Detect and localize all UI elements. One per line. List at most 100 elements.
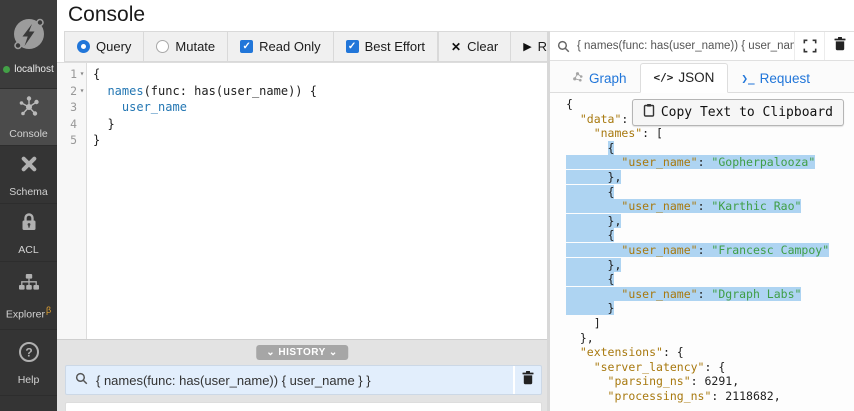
- copy-button-label: Copy Text to Clipboard: [661, 105, 833, 120]
- results-tabbar: Graph </> JSON ❯_ Request: [550, 61, 854, 93]
- sidebar-filler: [0, 395, 57, 411]
- editor-line-code[interactable]: user_name: [87, 100, 187, 114]
- json-line: },: [566, 170, 854, 185]
- lock-icon: [17, 210, 41, 239]
- clear-results-button[interactable]: [824, 32, 854, 60]
- delete-history-item-button[interactable]: [515, 366, 541, 394]
- tab-graph[interactable]: Graph: [558, 64, 640, 93]
- terminal-icon: ❯_: [741, 72, 754, 85]
- tab-request-label: Request: [760, 71, 810, 86]
- json-line: "server_latency": {: [566, 360, 854, 375]
- editor-line[interactable]: 1▾{: [57, 66, 547, 83]
- results-panel: { names(func: has(user_name)) { user_nam…: [547, 31, 854, 411]
- editor-line-code[interactable]: }: [87, 117, 115, 131]
- query-radio-button[interactable]: Query: [65, 32, 144, 61]
- mutate-radio-label: Mutate: [175, 39, 215, 54]
- sidebar-item-label: Console: [9, 128, 48, 140]
- graph-icon: [571, 70, 584, 86]
- sidebar-item-acl[interactable]: ACL: [0, 203, 57, 261]
- server-label: localhost: [14, 64, 53, 75]
- toolbar-group: Query Mutate ✓ Read Only ✓ Best Effort ✕…: [64, 31, 575, 62]
- query-radio-label: Query: [96, 39, 131, 54]
- play-icon: ▶: [523, 40, 531, 53]
- json-line: "user_name": "Gopherpalooza": [566, 155, 854, 170]
- sidebar-item-label: Explorerβ: [6, 305, 51, 321]
- search-icon: [550, 32, 577, 60]
- read-only-checkbox[interactable]: ✓ Read Only: [228, 32, 333, 61]
- history-item[interactable]: { names(func: has(user_name)) { user_nam…: [65, 365, 542, 395]
- code-icon: </>: [654, 71, 674, 84]
- json-line: {: [566, 185, 854, 200]
- trash-icon: [521, 370, 535, 390]
- history-section: ⌄ HISTORY ⌄ { names(func: has(user_name)…: [57, 339, 547, 411]
- json-line: "names": [: [566, 126, 854, 141]
- editor-line-code[interactable]: }: [87, 133, 100, 147]
- editor-line[interactable]: 5}: [57, 132, 547, 149]
- json-line: {: [566, 141, 854, 156]
- copy-to-clipboard-button[interactable]: Copy Text to Clipboard: [632, 99, 844, 126]
- result-query-bar[interactable]: { names(func: has(user_name)) { user_nam…: [550, 31, 854, 61]
- clear-button-label: Clear: [467, 39, 498, 54]
- crossed-pencils-icon: [17, 152, 41, 181]
- history-item-query[interactable]: { names(func: has(user_name)) { user_nam…: [66, 366, 513, 394]
- sidebar-item-schema[interactable]: Schema: [0, 145, 57, 203]
- checkbox-checked-icon[interactable]: ✓: [346, 40, 359, 53]
- json-line: "user_name": "Dgraph Labs": [566, 287, 854, 302]
- history-item-text: { names(func: has(user_name)) { user_nam…: [96, 373, 371, 388]
- line-number: 3: [57, 100, 77, 114]
- clear-x-icon: ✕: [451, 40, 461, 54]
- radio-unselected-icon[interactable]: [156, 40, 169, 53]
- line-number: 1: [57, 67, 77, 81]
- json-line: ]: [566, 316, 854, 331]
- tab-json[interactable]: </> JSON: [640, 63, 729, 93]
- search-icon: [75, 372, 88, 388]
- editor-line[interactable]: 2▾ names(func: has(user_name)) {: [57, 83, 547, 100]
- clear-button[interactable]: ✕ Clear: [439, 32, 511, 61]
- clipboard-icon: [643, 103, 655, 121]
- json-line: {: [566, 272, 854, 287]
- json-output: { "data": { "names": [ { "user_name": "G…: [550, 93, 854, 411]
- query-editor-lines[interactable]: 1▾{2▾ names(func: has(user_name)) {3 use…: [57, 66, 547, 149]
- tab-graph-label: Graph: [589, 71, 627, 86]
- sitemap-icon: [17, 271, 41, 300]
- editor-line[interactable]: 4 }: [57, 116, 547, 133]
- read-only-label: Read Only: [259, 39, 320, 54]
- fullscreen-icon: [803, 39, 817, 53]
- json-line: }: [566, 301, 854, 316]
- help-icon: ?: [17, 340, 41, 369]
- history-item[interactable]: [65, 402, 542, 411]
- sidebar-item-help[interactable]: ? Help: [0, 329, 57, 395]
- query-panel: Query Mutate ✓ Read Only ✓ Best Effort ✕…: [57, 31, 547, 411]
- fullscreen-button[interactable]: [794, 32, 824, 60]
- fold-marker-icon[interactable]: ▾: [77, 70, 87, 78]
- connection-status-icon: [3, 66, 10, 73]
- json-line: },: [566, 258, 854, 273]
- history-toggle[interactable]: ⌄ HISTORY ⌄: [256, 345, 348, 360]
- json-line: "parsing_ns": 6291,: [566, 374, 854, 389]
- line-number: 4: [57, 117, 77, 131]
- app-header: Console: [57, 0, 854, 31]
- editor-line[interactable]: 3 user_name: [57, 99, 547, 116]
- page-title: Console: [57, 0, 854, 30]
- json-line: },: [566, 214, 854, 229]
- graph-network-icon: [17, 94, 41, 123]
- json-line: "processing_ns": 2118682,: [566, 389, 854, 404]
- sidebar: localhost Console: [0, 0, 57, 411]
- checkbox-checked-icon[interactable]: ✓: [240, 40, 253, 53]
- query-editor[interactable]: 1▾{2▾ names(func: has(user_name)) {3 use…: [57, 62, 547, 339]
- sidebar-item-explorer[interactable]: Explorerβ: [0, 261, 57, 329]
- radio-selected-icon[interactable]: [77, 40, 90, 53]
- json-line: {: [566, 228, 854, 243]
- editor-line-code[interactable]: {: [87, 67, 100, 81]
- best-effort-checkbox[interactable]: ✓ Best Effort: [334, 32, 438, 61]
- mutate-radio-button[interactable]: Mutate: [144, 32, 228, 61]
- sidebar-item-console[interactable]: Console: [0, 88, 57, 145]
- json-line: "user_name": "Francesc Campoy": [566, 243, 854, 258]
- server-block[interactable]: localhost: [0, 0, 57, 88]
- tab-json-label: JSON: [678, 70, 714, 85]
- editor-line-code[interactable]: names(func: has(user_name)) {: [87, 84, 317, 98]
- tab-request[interactable]: ❯_ Request: [728, 65, 823, 93]
- fold-marker-icon[interactable]: ▾: [77, 87, 87, 95]
- dgraph-logo-icon: [9, 14, 49, 59]
- json-line: },: [566, 331, 854, 346]
